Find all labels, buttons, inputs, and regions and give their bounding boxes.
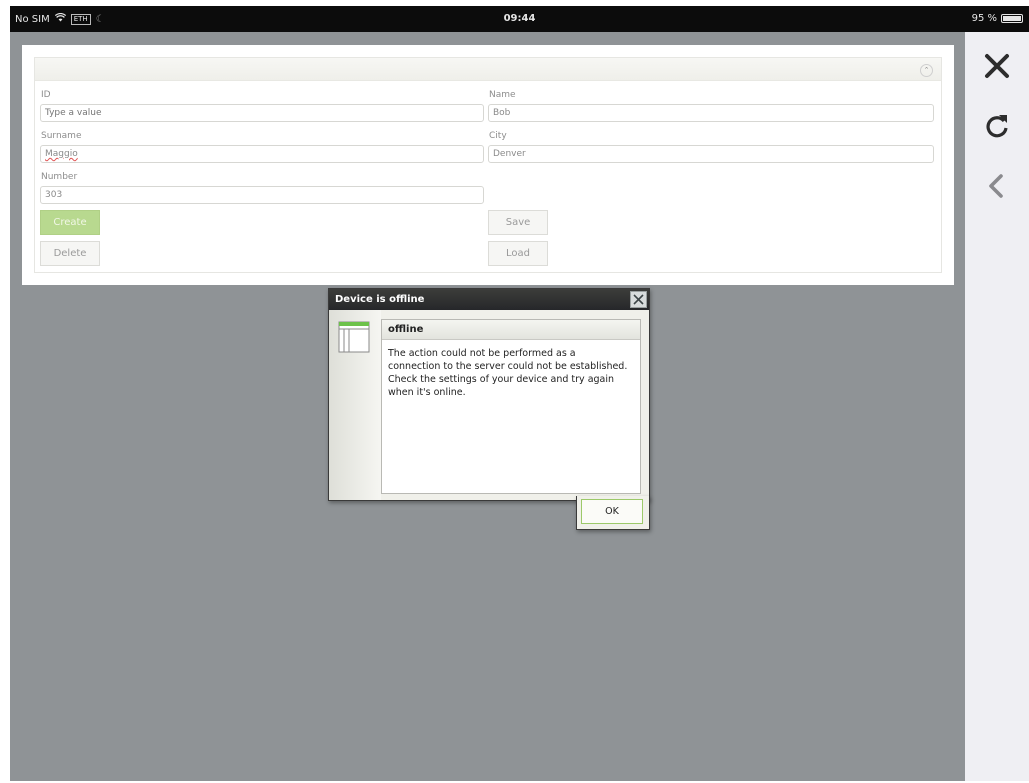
dialog-sidebar (329, 310, 381, 500)
form-container: ⌃ ID Name Bob Surname Maggio City Denver… (34, 57, 942, 273)
create-button[interactable]: Create (40, 210, 100, 235)
city-label: City (489, 131, 507, 141)
dialog-content: offline The action could not be performe… (381, 319, 641, 494)
dialog-button-area: OK (576, 496, 650, 530)
city-input[interactable]: Denver (488, 145, 934, 163)
number-label: Number (41, 172, 78, 182)
form-panel: ⌃ ID Name Bob Surname Maggio City Denver… (22, 45, 954, 285)
save-button[interactable]: Save (488, 210, 548, 235)
window-icon (338, 321, 370, 353)
status-time: 09:44 (503, 13, 536, 24)
device-screen: No SIM ETH ☾ 09:44 95 % ⌃ ID Name Bob Su… (10, 6, 1029, 781)
ok-button[interactable]: OK (581, 499, 643, 524)
status-right: 95 % (972, 13, 1023, 24)
right-toolbar (965, 32, 1029, 781)
reload-icon[interactable] (981, 110, 1013, 142)
number-input[interactable]: 303 (40, 186, 484, 204)
form-header: ⌃ (35, 58, 941, 81)
surname-value: Maggio (45, 149, 78, 159)
battery-percent: 95 % (971, 13, 997, 24)
delete-button[interactable]: Delete (40, 241, 100, 266)
status-bar: No SIM ETH ☾ 09:44 95 % (10, 6, 1029, 32)
dialog-close-icon[interactable] (630, 291, 647, 308)
battery-icon (1001, 14, 1023, 23)
back-chevron-icon[interactable] (981, 170, 1013, 202)
surname-input[interactable]: Maggio (40, 145, 484, 163)
dialog-title: Device is offline (329, 289, 649, 310)
id-label: ID (41, 90, 51, 100)
collapse-icon[interactable]: ⌃ (920, 64, 933, 77)
name-label: Name (489, 90, 516, 100)
load-button[interactable]: Load (488, 241, 548, 266)
dialog-heading: offline (382, 320, 640, 340)
id-input[interactable] (40, 104, 484, 122)
dialog-message: The action could not be performed as a c… (388, 348, 628, 398)
offline-dialog: Device is offline offline The action cou… (328, 288, 650, 501)
close-icon[interactable] (981, 50, 1013, 82)
dialog-title-text: Device is offline (335, 294, 425, 305)
surname-label: Surname (41, 131, 82, 141)
battery-fill (1003, 16, 1021, 21)
name-input[interactable]: Bob (488, 104, 934, 122)
